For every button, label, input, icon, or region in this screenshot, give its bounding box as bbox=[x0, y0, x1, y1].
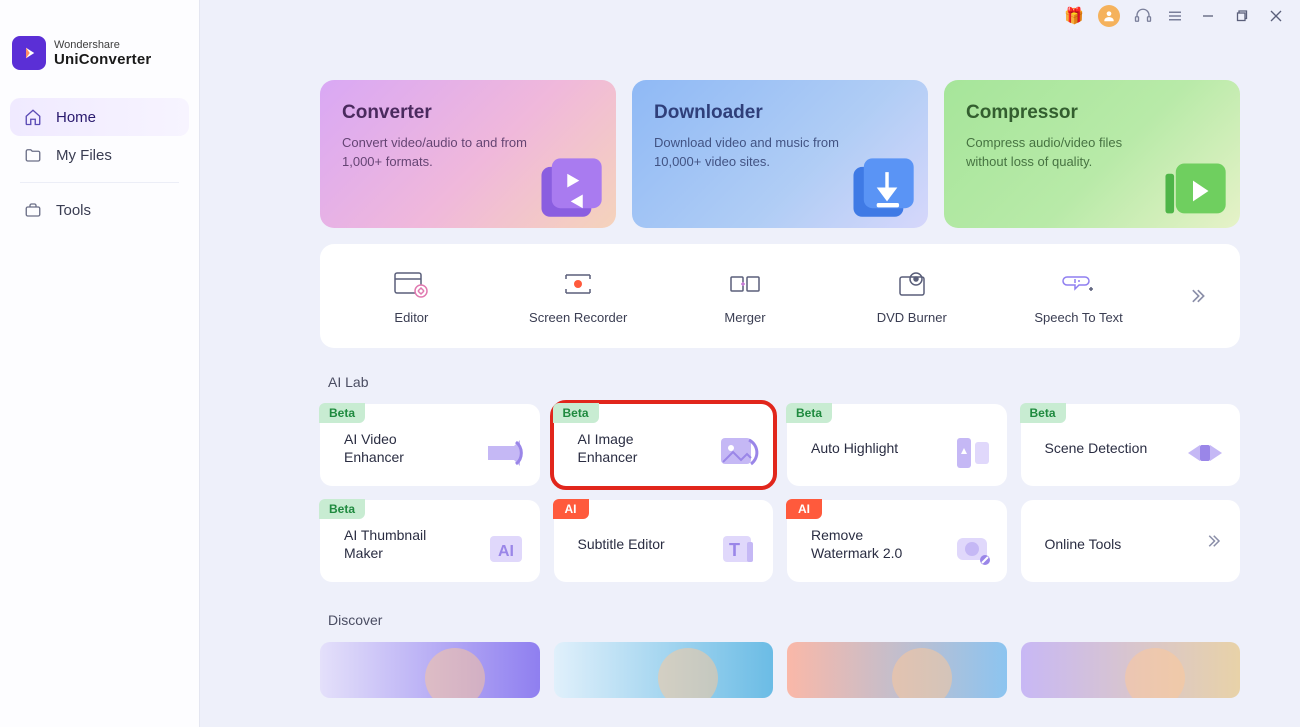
tool-label: Editor bbox=[394, 310, 428, 325]
beta-badge: Beta bbox=[319, 499, 365, 519]
lab-title: AI Thumbnail Maker bbox=[344, 526, 454, 562]
folder-icon bbox=[24, 146, 42, 164]
lab-title: Auto Highlight bbox=[811, 439, 898, 457]
sidebar-item-label: Tools bbox=[56, 202, 91, 219]
brand-line1: Wondershare bbox=[54, 39, 151, 51]
speech-to-text-icon bbox=[1061, 268, 1097, 300]
lab-title: Subtitle Editor bbox=[578, 535, 665, 553]
lab-auto-highlight[interactable]: Beta Auto Highlight bbox=[787, 404, 1007, 486]
sidebar-item-myfiles[interactable]: My Files bbox=[10, 136, 189, 174]
svg-text:AI: AI bbox=[498, 543, 514, 560]
tools-more-button[interactable] bbox=[1162, 286, 1232, 306]
screen-recorder-icon bbox=[560, 268, 596, 300]
lab-scene-detection[interactable]: Beta Scene Detection bbox=[1021, 404, 1241, 486]
hero-downloader[interactable]: Downloader Download video and music from… bbox=[632, 80, 928, 228]
user-avatar[interactable] bbox=[1098, 5, 1120, 27]
tool-speech-to-text[interactable]: Speech To Text bbox=[995, 268, 1162, 325]
sidebar-item-tools[interactable]: Tools bbox=[10, 191, 189, 229]
hero-title: Downloader bbox=[654, 102, 906, 124]
logo-mark-icon bbox=[12, 36, 46, 70]
tool-dvd-burner[interactable]: DVD Burner bbox=[828, 268, 995, 325]
lab-online-tools[interactable]: Online Tools bbox=[1021, 500, 1241, 582]
video-enhancer-art-icon bbox=[480, 428, 530, 478]
discover-card-2[interactable] bbox=[554, 642, 774, 698]
close-button[interactable] bbox=[1266, 10, 1286, 22]
dvd-burner-icon bbox=[894, 268, 930, 300]
editor-icon bbox=[393, 268, 429, 300]
discover-card-1[interactable] bbox=[320, 642, 540, 698]
remove-watermark-art-icon bbox=[947, 524, 997, 574]
app-logo: Wondershare UniConverter bbox=[0, 0, 199, 94]
lab-ai-image-enhancer[interactable]: Beta AI Image Enhancer bbox=[554, 404, 774, 486]
brand-line2: UniConverter bbox=[54, 51, 151, 68]
home-icon bbox=[24, 108, 42, 126]
lab-subtitle-editor[interactable]: AI Subtitle Editor T bbox=[554, 500, 774, 582]
lab-title: AI Video Enhancer bbox=[344, 430, 454, 466]
merger-icon bbox=[727, 268, 763, 300]
tool-label: DVD Burner bbox=[877, 310, 947, 325]
beta-badge: Beta bbox=[1020, 403, 1066, 423]
tool-label: Screen Recorder bbox=[529, 310, 627, 325]
main-content: Converter Convert video/audio to and fro… bbox=[200, 0, 1300, 727]
auto-highlight-art-icon bbox=[947, 428, 997, 478]
lab-title: AI Image Enhancer bbox=[578, 430, 688, 466]
image-enhancer-art-icon bbox=[713, 428, 763, 478]
gift-icon[interactable]: 🎁 bbox=[1064, 6, 1084, 26]
section-ai-lab-label: AI Lab bbox=[328, 374, 1240, 390]
hero-desc: Download video and music from 10,000+ vi… bbox=[654, 134, 844, 172]
beta-badge: Beta bbox=[553, 403, 599, 423]
tools-strip: Editor Screen Recorder Merger DVD Burner… bbox=[320, 244, 1240, 348]
sidebar: Wondershare UniConverter Home My Files T… bbox=[0, 0, 200, 727]
sidebar-item-label: My Files bbox=[56, 147, 112, 164]
ai-badge: AI bbox=[786, 499, 822, 519]
tool-editor[interactable]: Editor bbox=[328, 268, 495, 325]
sidebar-item-label: Home bbox=[56, 109, 96, 126]
beta-badge: Beta bbox=[319, 403, 365, 423]
maximize-button[interactable] bbox=[1232, 10, 1252, 22]
hero-desc: Compress audio/video files without loss … bbox=[966, 134, 1156, 172]
tool-screen-recorder[interactable]: Screen Recorder bbox=[495, 268, 662, 325]
compressor-art-icon bbox=[1150, 148, 1236, 228]
hero-compressor[interactable]: Compressor Compress audio/video files wi… bbox=[944, 80, 1240, 228]
discover-card-4[interactable] bbox=[1021, 642, 1241, 698]
svg-text:T: T bbox=[729, 540, 740, 560]
lab-ai-video-enhancer[interactable]: Beta AI Video Enhancer bbox=[320, 404, 540, 486]
converter-art-icon bbox=[526, 148, 612, 228]
tool-label: Merger bbox=[724, 310, 765, 325]
lab-title: Online Tools bbox=[1045, 535, 1122, 553]
minimize-button[interactable] bbox=[1198, 10, 1218, 22]
lab-title: Remove Watermark 2.0 bbox=[811, 526, 921, 562]
sidebar-divider bbox=[20, 182, 179, 183]
beta-badge: Beta bbox=[786, 403, 832, 423]
hero-converter[interactable]: Converter Convert video/audio to and fro… bbox=[320, 80, 616, 228]
scene-detection-art-icon bbox=[1180, 428, 1230, 478]
lab-title: Scene Detection bbox=[1045, 439, 1148, 457]
menu-icon[interactable] bbox=[1166, 7, 1184, 25]
chevron-right-icon bbox=[1204, 532, 1222, 550]
lab-remove-watermark[interactable]: AI Remove Watermark 2.0 bbox=[787, 500, 1007, 582]
toolbox-icon bbox=[24, 201, 42, 219]
section-discover-label: Discover bbox=[328, 612, 1240, 628]
sidebar-item-home[interactable]: Home bbox=[10, 98, 189, 136]
hero-desc: Convert video/audio to and from 1,000+ f… bbox=[342, 134, 532, 172]
thumbnail-maker-art-icon: AI bbox=[480, 524, 530, 574]
tool-label: Speech To Text bbox=[1034, 310, 1122, 325]
lab-ai-thumbnail-maker[interactable]: Beta AI Thumbnail Maker AI bbox=[320, 500, 540, 582]
hero-title: Compressor bbox=[966, 102, 1218, 124]
tool-merger[interactable]: Merger bbox=[662, 268, 829, 325]
subtitle-editor-art-icon: T bbox=[713, 524, 763, 574]
discover-card-3[interactable] bbox=[787, 642, 1007, 698]
support-icon[interactable] bbox=[1134, 7, 1152, 25]
ai-badge: AI bbox=[553, 499, 589, 519]
hero-title: Converter bbox=[342, 102, 594, 124]
downloader-art-icon bbox=[838, 148, 924, 228]
